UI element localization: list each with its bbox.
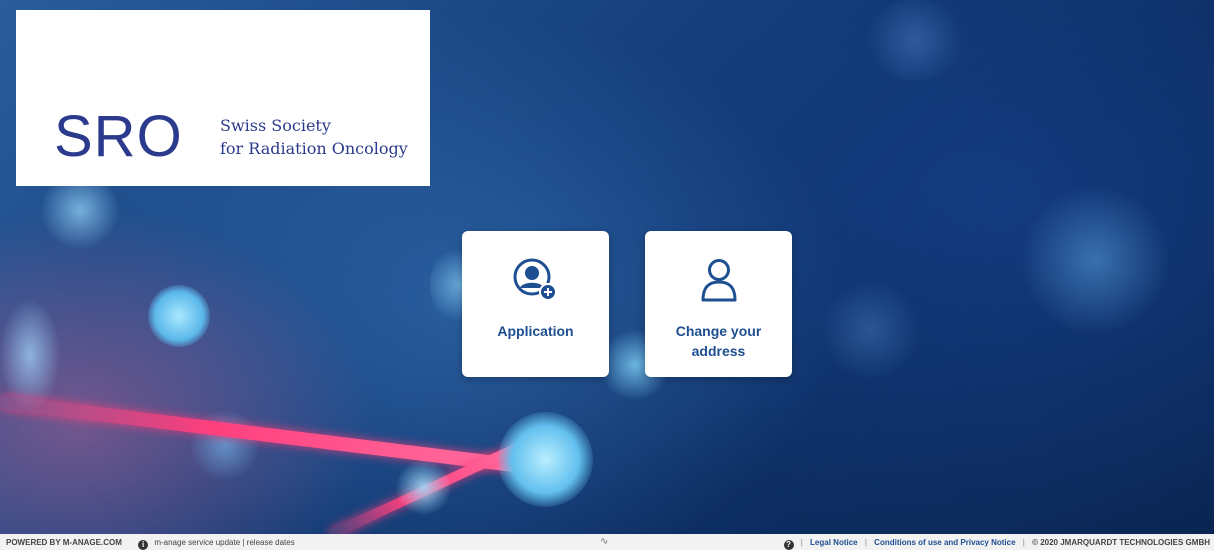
bokeh-light xyxy=(820,280,920,380)
application-label: Application xyxy=(497,323,574,339)
footer-wave-icon: ∿ xyxy=(600,536,609,547)
user-icon xyxy=(701,259,736,302)
light-beam xyxy=(0,395,522,473)
separator: | xyxy=(864,538,867,547)
sro-logo: SRO Swiss Society for Radiation Oncology xyxy=(16,10,430,186)
footer-left: POWERED BY M-ANAGE.COM i m-anage service… xyxy=(6,538,295,550)
legal-notice-link[interactable]: Legal Notice xyxy=(810,538,858,547)
footer-right: ? | Legal Notice | Conditions of use and… xyxy=(783,538,1210,550)
logo-text-line1: Swiss Society xyxy=(220,116,331,135)
change-address-label: Change your address xyxy=(675,323,762,359)
bokeh-light xyxy=(498,412,593,507)
footer-bar: POWERED BY M-ANAGE.COM i m-anage service… xyxy=(0,534,1214,550)
help-icon[interactable]: ? xyxy=(783,540,794,550)
conditions-privacy-link[interactable]: Conditions of use and Privacy Notice xyxy=(874,538,1015,547)
logo-abbreviation: SRO xyxy=(54,104,183,169)
separator: | xyxy=(800,538,803,547)
copyright-text: © 2020 JMARQUARDT TECHNOLOGIES GMBH xyxy=(1032,538,1210,547)
bokeh-light xyxy=(860,0,970,80)
separator: | xyxy=(1022,538,1025,547)
bokeh-light xyxy=(396,460,451,515)
bokeh-light xyxy=(0,300,60,410)
user-add-icon xyxy=(513,258,557,301)
bokeh-light xyxy=(148,285,210,347)
service-update-link[interactable]: m-anage service update | release dates xyxy=(154,538,294,547)
powered-by-link[interactable]: POWERED BY M-ANAGE.COM xyxy=(6,538,122,547)
application-card[interactable]: Application xyxy=(462,231,609,377)
info-icon[interactable]: i xyxy=(138,540,149,550)
bokeh-light xyxy=(1020,185,1170,335)
logo-text-line2: for Radiation Oncology xyxy=(220,139,408,158)
change-address-card[interactable]: Change your address xyxy=(645,231,792,377)
